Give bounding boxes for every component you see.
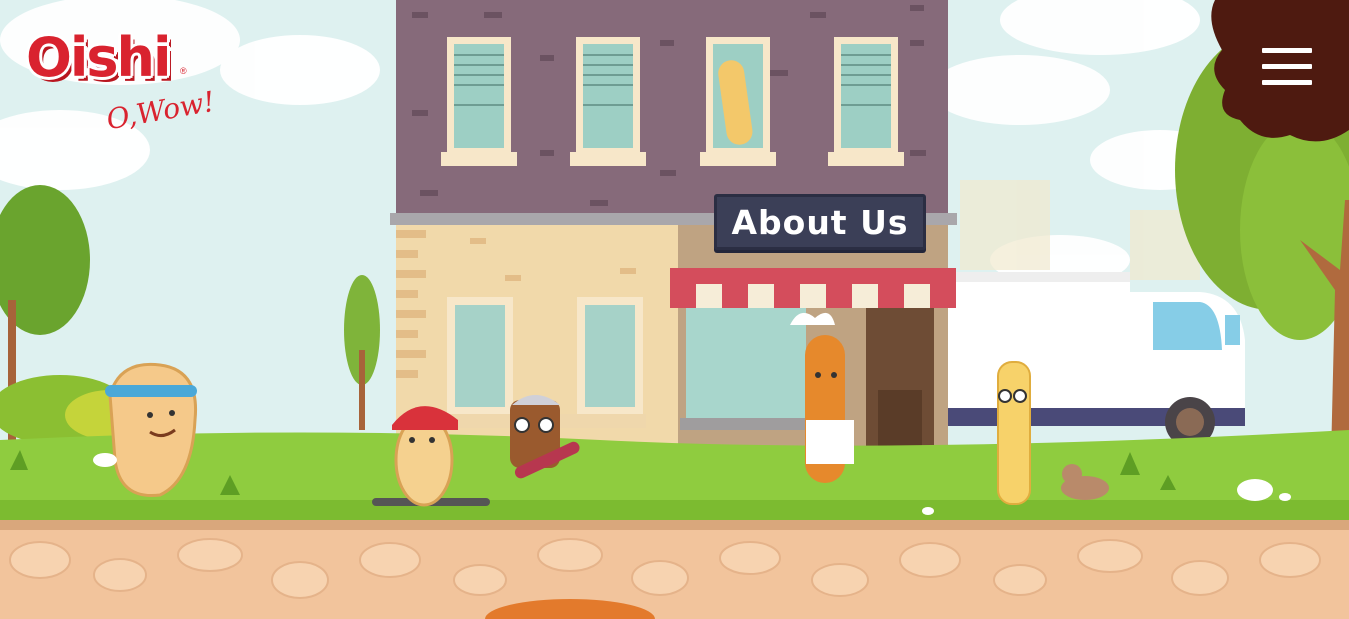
- menu-bar-middle: [1262, 64, 1312, 69]
- oishi-logo[interactable]: Oishi ® O,Wow!: [22, 22, 232, 147]
- logo-tagline: O,Wow!: [103, 84, 218, 137]
- hamburger-menu-button[interactable]: [1262, 48, 1312, 88]
- menu-bar-bottom: [1262, 80, 1312, 85]
- about-us-sign[interactable]: About Us: [714, 194, 926, 250]
- menu-bar-top: [1262, 48, 1312, 53]
- logo-registered-mark: ®: [180, 66, 187, 76]
- delivery-truck: [940, 272, 1245, 447]
- awning: [670, 268, 956, 308]
- logo-wordmark: Oishi: [26, 26, 172, 89]
